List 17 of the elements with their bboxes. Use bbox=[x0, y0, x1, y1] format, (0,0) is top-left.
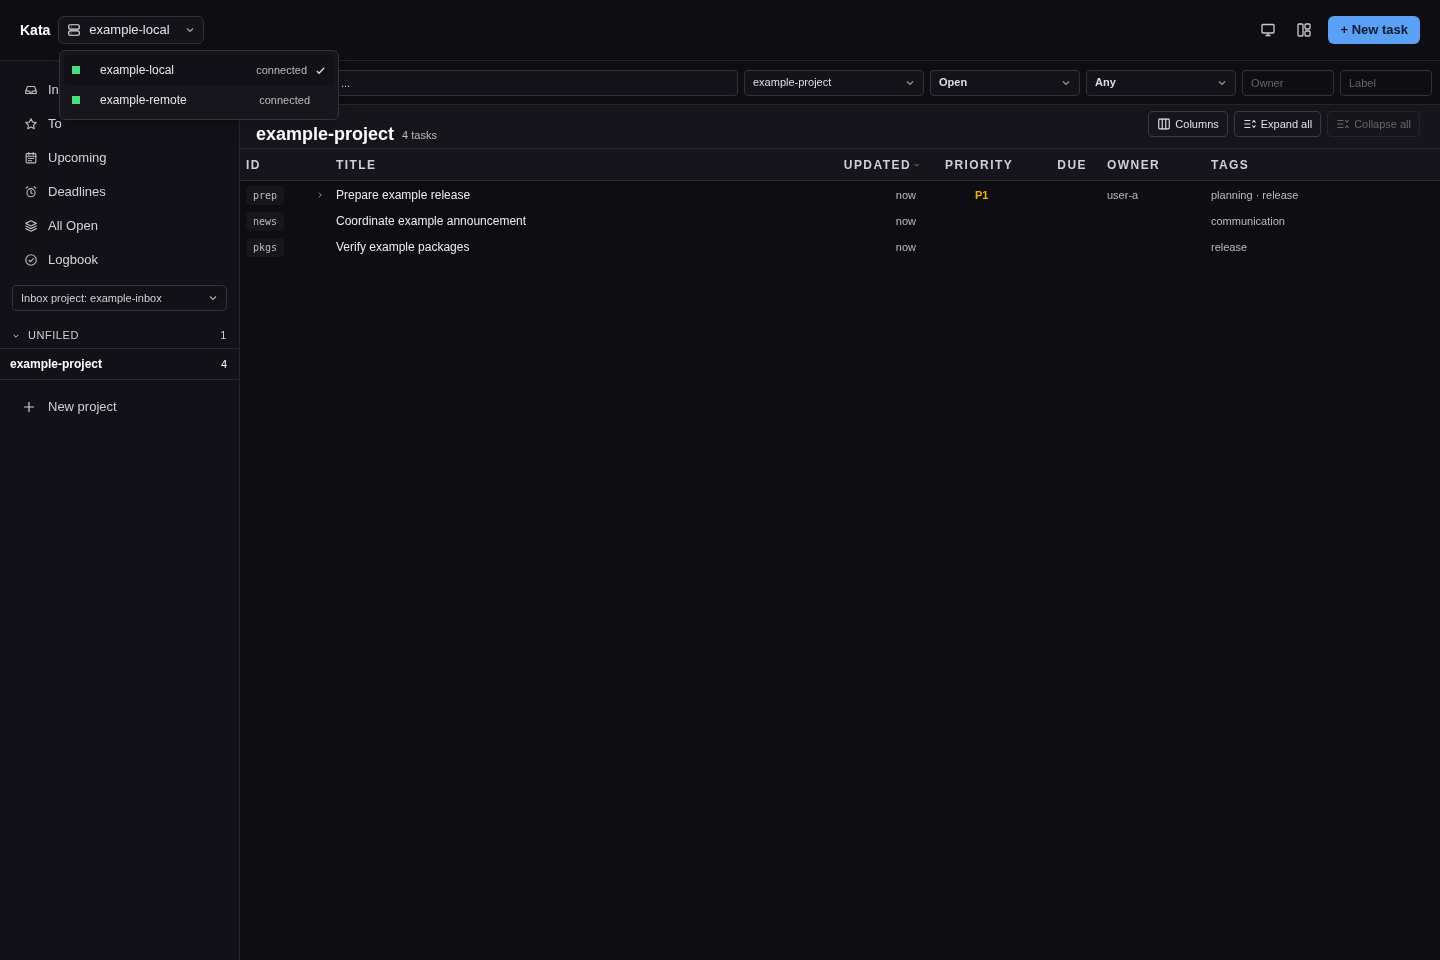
task-id: pkgs bbox=[246, 237, 285, 257]
view-title: example-project bbox=[256, 125, 395, 143]
updated-cell-text: now bbox=[895, 239, 917, 255]
task-title: Prepare example release bbox=[336, 187, 471, 204]
updated-cell-text: now bbox=[895, 187, 917, 203]
updated-cell-text: now bbox=[895, 213, 917, 229]
task-title: Verify example packages bbox=[336, 239, 470, 256]
task-title: Coordinate example announcement bbox=[336, 213, 527, 230]
tags-cell-text: communication bbox=[1211, 213, 1285, 229]
owner-cell-text: user-a bbox=[1107, 187, 1139, 203]
tags-cell-text: release bbox=[1211, 239, 1248, 255]
app-name: Kata bbox=[20, 20, 51, 40]
task-id: news bbox=[246, 211, 285, 231]
task-id: prep bbox=[246, 185, 285, 205]
priority-label: P1 bbox=[975, 187, 989, 203]
tags-cell-text: planning · release bbox=[1211, 187, 1299, 203]
task-count: 4 tasks bbox=[402, 127, 437, 143]
